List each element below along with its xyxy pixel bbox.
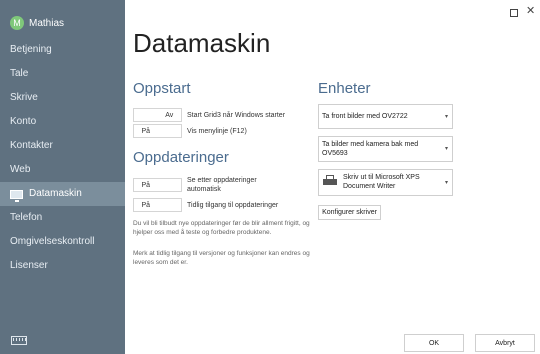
early-access-info: Du vil bli tilbudt nye oppdateringer før… bbox=[133, 220, 310, 236]
restore-icon[interactable] bbox=[510, 9, 518, 17]
sidebar-item-tale[interactable]: Tale bbox=[0, 62, 125, 86]
back-camera-select[interactable]: Ta bilder med kamera bak med OV5693 ▾ bbox=[318, 136, 453, 162]
sidebar-item-datamaskin[interactable]: Datamaskin bbox=[0, 182, 125, 206]
option-label: Start Grid3 når Windows starter bbox=[187, 112, 286, 119]
monitor-icon bbox=[10, 189, 23, 202]
sidebar-item-kontakter[interactable]: Kontakter bbox=[0, 134, 125, 158]
keyboard-icon[interactable] bbox=[11, 336, 27, 345]
sidebar-item-label: Konto bbox=[10, 116, 37, 127]
cancel-button[interactable]: Avbryt bbox=[475, 334, 535, 352]
front-camera-select[interactable]: Ta front bilder med OV2722 ▾ bbox=[318, 104, 453, 129]
option-label: Vis menylinje (F12) bbox=[187, 128, 247, 135]
avatar: M bbox=[10, 16, 24, 30]
sidebar-item-betjening[interactable]: Betjening bbox=[0, 38, 125, 62]
user-name: Mathias bbox=[29, 17, 65, 29]
select-value: Ta bilder med kamera bak med OV5693 bbox=[322, 141, 419, 157]
chevron-down-icon: ▾ bbox=[444, 179, 448, 186]
sidebar-item-skrive[interactable]: Skrive bbox=[0, 86, 125, 110]
user-profile[interactable]: M Mathias bbox=[10, 14, 64, 32]
toggle-left-label: På bbox=[141, 127, 151, 135]
sidebar-item-omgivelseskontroll[interactable]: Omgivelseskontroll bbox=[0, 230, 125, 254]
option-label: Se etter oppdateringer automatisk bbox=[187, 177, 257, 193]
sidebar-item-lisenser[interactable]: Lisenser bbox=[0, 254, 125, 278]
sidebar-nav: Betjening Tale Skrive Konto Kontakter We… bbox=[0, 38, 125, 278]
sidebar-item-label: Lisenser bbox=[10, 260, 48, 271]
chevron-down-icon: ▾ bbox=[444, 146, 448, 152]
sidebar-item-label: Betjening bbox=[10, 44, 52, 55]
close-icon[interactable]: ✕ bbox=[526, 4, 535, 17]
sidebar-item-konto[interactable]: Konto bbox=[0, 110, 125, 134]
sidebar-item-telefon[interactable]: Telefon bbox=[0, 206, 125, 230]
sidebar-item-label: Omgivelseskontroll bbox=[10, 236, 95, 247]
page-title: Datamaskin bbox=[133, 28, 271, 58]
section-title-updates: Oppdateringer bbox=[133, 149, 229, 166]
chevron-down-icon: ▾ bbox=[444, 113, 448, 120]
toggle-show-menubar[interactable]: På bbox=[133, 124, 182, 138]
toggle-start-with-windows[interactable]: Av bbox=[133, 108, 182, 122]
sidebar-item-label: Tale bbox=[10, 68, 29, 79]
toggle-left-label: På bbox=[141, 201, 151, 209]
ok-button[interactable]: OK bbox=[404, 334, 464, 352]
toggle-right-label: Av bbox=[165, 111, 174, 119]
sidebar-item-web[interactable]: Web bbox=[0, 158, 125, 182]
select-value: Skriv ut til Microsoft XPS Document Writ… bbox=[343, 174, 420, 190]
toggle-early-access[interactable]: På bbox=[133, 198, 182, 212]
select-value: Ta front bilder med OV2722 bbox=[322, 113, 408, 120]
early-access-note: Merk at tidlig tilgang til versjoner og … bbox=[133, 250, 310, 266]
configure-printer-button[interactable]: Konfigurer skriver bbox=[318, 205, 381, 220]
section-title-startup: Oppstart bbox=[133, 80, 191, 97]
sidebar: M Mathias Betjening Tale Skrive Konto Ko… bbox=[0, 0, 125, 354]
sidebar-item-label: Datamaskin bbox=[29, 188, 82, 199]
sidebar-item-label: Skrive bbox=[10, 92, 38, 103]
sidebar-item-label: Kontakter bbox=[10, 140, 53, 151]
sidebar-item-label: Telefon bbox=[10, 212, 43, 223]
printer-icon bbox=[323, 175, 337, 186]
toggle-check-updates[interactable]: På bbox=[133, 178, 182, 192]
printer-select[interactable]: Skriv ut til Microsoft XPS Document Writ… bbox=[318, 169, 453, 196]
toggle-left-label: På bbox=[141, 181, 151, 189]
sidebar-item-label: Web bbox=[10, 164, 31, 175]
section-title-devices: Enheter bbox=[318, 80, 371, 97]
option-label: Tidlig tilgang til oppdateringer bbox=[187, 202, 279, 209]
